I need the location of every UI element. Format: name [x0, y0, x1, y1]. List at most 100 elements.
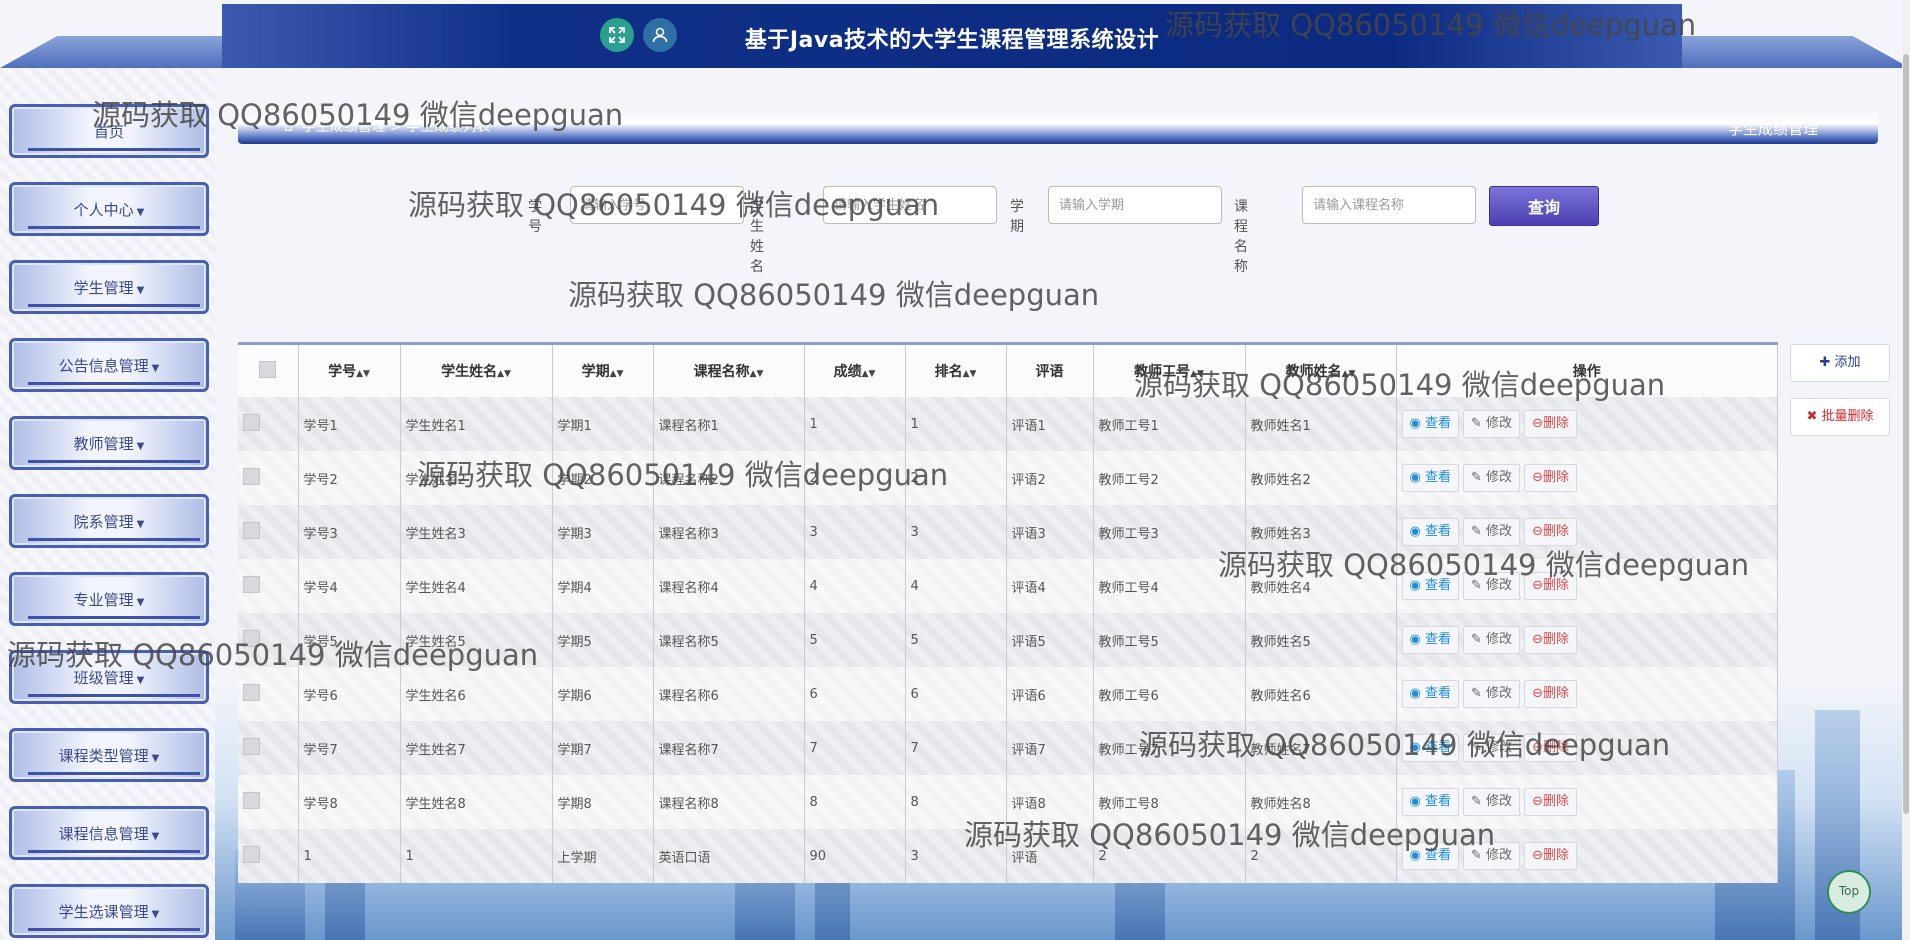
row-checkbox[interactable]: [243, 629, 260, 647]
sidebar-item-course-info-mgmt[interactable]: 课程信息管理 ▼: [9, 806, 209, 860]
row-checkbox[interactable]: [243, 413, 260, 431]
row-select-cell[interactable]: [238, 721, 299, 775]
table-cell: 评语3: [1006, 505, 1094, 559]
view-button[interactable]: ◉ 查看: [1401, 788, 1459, 816]
header-title-bar: 基于Java技术的大学生课程管理系统设计: [222, 4, 1682, 68]
table-cell: 6: [804, 667, 906, 721]
view-button[interactable]: ◉ 查看: [1401, 842, 1459, 870]
row-select-cell[interactable]: [238, 775, 299, 829]
table-cell: 学生姓名6: [400, 667, 553, 721]
column-header[interactable]: 排名▲▼: [905, 345, 1007, 397]
delete-button[interactable]: ⊖删除: [1524, 572, 1577, 600]
column-header[interactable]: 教师工号▲▼: [1093, 345, 1246, 397]
row-checkbox[interactable]: [243, 467, 260, 485]
sidebar-item-course-type-mgmt[interactable]: 课程类型管理 ▼: [9, 728, 209, 782]
view-button[interactable]: ◉ 查看: [1401, 626, 1459, 654]
view-button[interactable]: ◉ 查看: [1401, 572, 1459, 600]
column-header[interactable]: 成绩▲▼: [804, 345, 906, 397]
column-header[interactable]: 学号▲▼: [298, 345, 401, 397]
delete-button[interactable]: ⊖删除: [1524, 842, 1577, 870]
row-select-cell[interactable]: [238, 397, 299, 451]
term-input[interactable]: [1048, 186, 1222, 224]
eye-icon: ◉: [1409, 470, 1421, 485]
row-select-cell[interactable]: [238, 559, 299, 613]
sidebar-item-major-mgmt[interactable]: 专业管理 ▼: [9, 572, 209, 626]
row-select-cell[interactable]: [238, 451, 299, 505]
page-scrollbar[interactable]: [1902, 0, 1910, 940]
table-cell: 教师姓名7: [1245, 721, 1397, 775]
edit-button[interactable]: ✎ 修改: [1463, 464, 1521, 492]
row-checkbox[interactable]: [243, 791, 260, 809]
row-select-cell[interactable]: [238, 829, 299, 883]
table-cell: 教师工号4: [1093, 559, 1246, 613]
row-select-cell[interactable]: [238, 613, 299, 667]
sidebar-item-home[interactable]: 首页: [9, 104, 209, 158]
sidebar-item-notice-mgmt[interactable]: 公告信息管理 ▼: [9, 338, 209, 392]
row-checkbox[interactable]: [243, 845, 260, 863]
row-checkbox[interactable]: [243, 521, 260, 539]
delete-button[interactable]: ⊖删除: [1524, 464, 1577, 492]
edit-button[interactable]: ✎ 修改: [1463, 518, 1521, 546]
view-button[interactable]: ◉ 查看: [1401, 680, 1459, 708]
sidebar-item-course-selection-mgmt[interactable]: 学生选课管理 ▼: [9, 884, 209, 938]
sidebar-item-class-mgmt[interactable]: 班级管理 ▼: [9, 650, 209, 704]
delete-button[interactable]: ⊖删除: [1524, 680, 1577, 708]
delete-button[interactable]: ⊖删除: [1524, 626, 1577, 654]
edit-button[interactable]: ✎ 修改: [1463, 572, 1521, 600]
sort-icon[interactable]: ▲▼: [750, 369, 764, 379]
query-button[interactable]: 查询: [1489, 186, 1599, 226]
sidebar-item-teacher-mgmt[interactable]: 教师管理 ▼: [9, 416, 209, 470]
view-button[interactable]: ◉ 查看: [1401, 518, 1459, 546]
delete-button[interactable]: ⊖删除: [1524, 518, 1577, 546]
caret-down-icon: ▼: [136, 675, 145, 686]
sort-icon[interactable]: ▲▼: [862, 369, 876, 379]
sort-icon[interactable]: ▲▼: [1190, 369, 1204, 379]
sidebar-item-label: 院系管理: [73, 513, 134, 531]
fullscreen-button[interactable]: [600, 18, 634, 52]
back-to-top-button[interactable]: Top: [1827, 870, 1871, 914]
row-select-cell[interactable]: [238, 505, 299, 559]
add-button[interactable]: ✚ 添加: [1790, 344, 1890, 382]
column-header[interactable]: 教师姓名▲▼: [1245, 345, 1397, 397]
caret-down-icon: ▼: [151, 363, 160, 374]
edit-button[interactable]: ✎ 修改: [1463, 734, 1521, 762]
user-profile-button[interactable]: [643, 18, 677, 52]
sidebar-item-personal-center[interactable]: 个人中心 ▼: [9, 182, 209, 236]
edit-button[interactable]: ✎ 修改: [1463, 842, 1521, 870]
eye-icon: ◉: [1409, 686, 1421, 701]
edit-button[interactable]: ✎ 修改: [1463, 680, 1521, 708]
row-checkbox[interactable]: [243, 575, 260, 593]
view-button[interactable]: ◉ 查看: [1401, 410, 1459, 438]
edit-button[interactable]: ✎ 修改: [1463, 626, 1521, 654]
delete-button[interactable]: ⊖删除: [1524, 734, 1577, 762]
table-cell: 学生姓名5: [400, 613, 553, 667]
home-icon[interactable]: ⌂: [284, 119, 293, 135]
sort-icon[interactable]: ▲▼: [963, 369, 977, 379]
column-header[interactable]: 课程名称▲▼: [653, 345, 805, 397]
sidebar-item-department-mgmt[interactable]: 院系管理 ▼: [9, 494, 209, 548]
select-all-cell[interactable]: [238, 345, 299, 397]
select-all-checkbox[interactable]: [259, 360, 277, 378]
row-select-cell[interactable]: [238, 667, 299, 721]
batch-delete-button[interactable]: ✖ 批量删除: [1790, 398, 1890, 436]
column-header[interactable]: 学期▲▼: [552, 345, 654, 397]
row-checkbox[interactable]: [243, 683, 260, 701]
sidebar-item-student-mgmt[interactable]: 学生管理 ▼: [9, 260, 209, 314]
sort-icon[interactable]: ▲▼: [497, 369, 511, 379]
view-button[interactable]: ◉ 查看: [1401, 734, 1459, 762]
view-button[interactable]: ◉ 查看: [1401, 464, 1459, 492]
edit-button[interactable]: ✎ 修改: [1463, 788, 1521, 816]
sort-icon[interactable]: ▲▼: [610, 369, 624, 379]
student-name-input[interactable]: [823, 186, 997, 224]
sort-icon[interactable]: ▲▼: [1342, 369, 1356, 379]
row-checkbox[interactable]: [243, 737, 260, 755]
sort-icon[interactable]: ▲▼: [356, 369, 370, 379]
edit-button[interactable]: ✎ 修改: [1463, 410, 1521, 438]
table-cell: 评语8: [1006, 775, 1094, 829]
course-name-input[interactable]: [1302, 186, 1476, 224]
delete-button[interactable]: ⊖删除: [1524, 788, 1577, 816]
scrollbar-thumb[interactable]: [1903, 54, 1909, 814]
column-header[interactable]: 学生姓名▲▼: [400, 345, 553, 397]
delete-button[interactable]: ⊖删除: [1524, 410, 1577, 438]
student-no-input[interactable]: [570, 186, 744, 224]
